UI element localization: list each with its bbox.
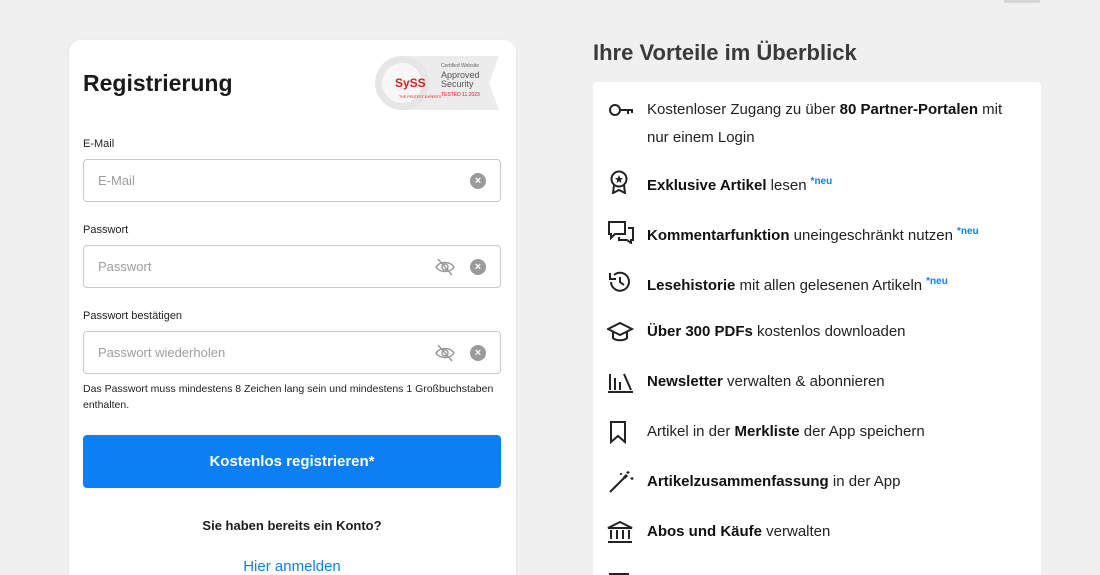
history-icon <box>609 271 630 292</box>
email-field[interactable] <box>98 160 418 201</box>
password-label: Passwort <box>83 224 129 236</box>
seal-line1: Certified Website <box>441 63 479 69</box>
key-icon <box>609 104 633 116</box>
comments-icon <box>608 221 634 244</box>
list-item: Kommentarfunktion uneingeschränkt nutzen… <box>607 218 1027 250</box>
seal-tagline: THE PENTEST EXPERTS <box>399 95 442 99</box>
page-title: Registrierung <box>83 70 233 96</box>
login-link[interactable]: Hier anmelden <box>83 558 501 575</box>
benefits-title: Ihre Vorteile im Überblick <box>593 40 857 65</box>
list-item: Abos und Käufe verwalten <box>607 518 1027 546</box>
new-badge: *neu <box>956 226 979 237</box>
registration-card: Registrierung SySS THE PENTEST EXPERTS C… <box>69 40 516 575</box>
register-button[interactable]: Kostenlos registrieren* <box>83 435 501 488</box>
password-field-wrapper: × <box>83 245 501 288</box>
list-item: Exklusive Artikel lesen *neu <box>607 168 1027 200</box>
clear-password-icon[interactable]: × <box>470 259 486 275</box>
window-corner-handle <box>1004 0 1040 3</box>
eye-slash-icon[interactable] <box>434 343 456 363</box>
new-badge: *neu <box>810 176 833 187</box>
password-hint: Das Passwort muss mindestens 8 Zeichen l… <box>83 383 494 411</box>
password-confirm-field-wrapper: × <box>83 331 501 374</box>
password-field[interactable] <box>98 246 418 287</box>
graduation-cap-icon <box>607 321 635 342</box>
seal-line4: TESTED 11.2023 <box>441 92 480 98</box>
security-seal-icon: SySS THE PENTEST EXPERTS Certified Websi… <box>375 56 499 110</box>
list-item: Kostenloser Zugang zu über 80 Partner-Po… <box>607 96 1027 152</box>
clear-email-icon[interactable]: × <box>470 173 486 189</box>
bank-icon <box>607 520 633 543</box>
award-badge-icon <box>610 170 628 194</box>
list-item: Über 300 PDFs kostenlos downloaden <box>607 318 1027 346</box>
magic-wand-icon <box>609 471 634 493</box>
partial-list-icon <box>609 573 629 575</box>
benefits-list: Kostenloser Zugang zu über 80 Partner-Po… <box>593 82 1041 575</box>
email-label: E-Mail <box>83 138 115 150</box>
seal-brand: SySS <box>395 76 426 90</box>
list-item: Artikelzusammenfassung in der App <box>607 468 1027 496</box>
seal-line3: Security <box>441 79 474 89</box>
email-field-wrapper: × <box>83 159 501 202</box>
clear-password-confirm-icon[interactable]: × <box>470 345 486 361</box>
list-item: Artikel in der Merkliste der App speiche… <box>607 418 1027 446</box>
newsletter-bars-icon <box>608 373 633 393</box>
new-badge: *neu <box>926 276 948 287</box>
account-question: Sie haben bereits ein Konto? <box>202 518 382 533</box>
password-confirm-field[interactable] <box>98 332 418 373</box>
list-item: Lesehistorie mit allen gelesenen Artikel… <box>607 268 1027 300</box>
bookmark-icon <box>610 421 626 444</box>
password-confirm-label: Passwort bestätigen <box>83 310 183 322</box>
list-item: Newsletter verwalten & abonnieren <box>607 368 1027 396</box>
eye-slash-icon[interactable] <box>434 257 456 277</box>
